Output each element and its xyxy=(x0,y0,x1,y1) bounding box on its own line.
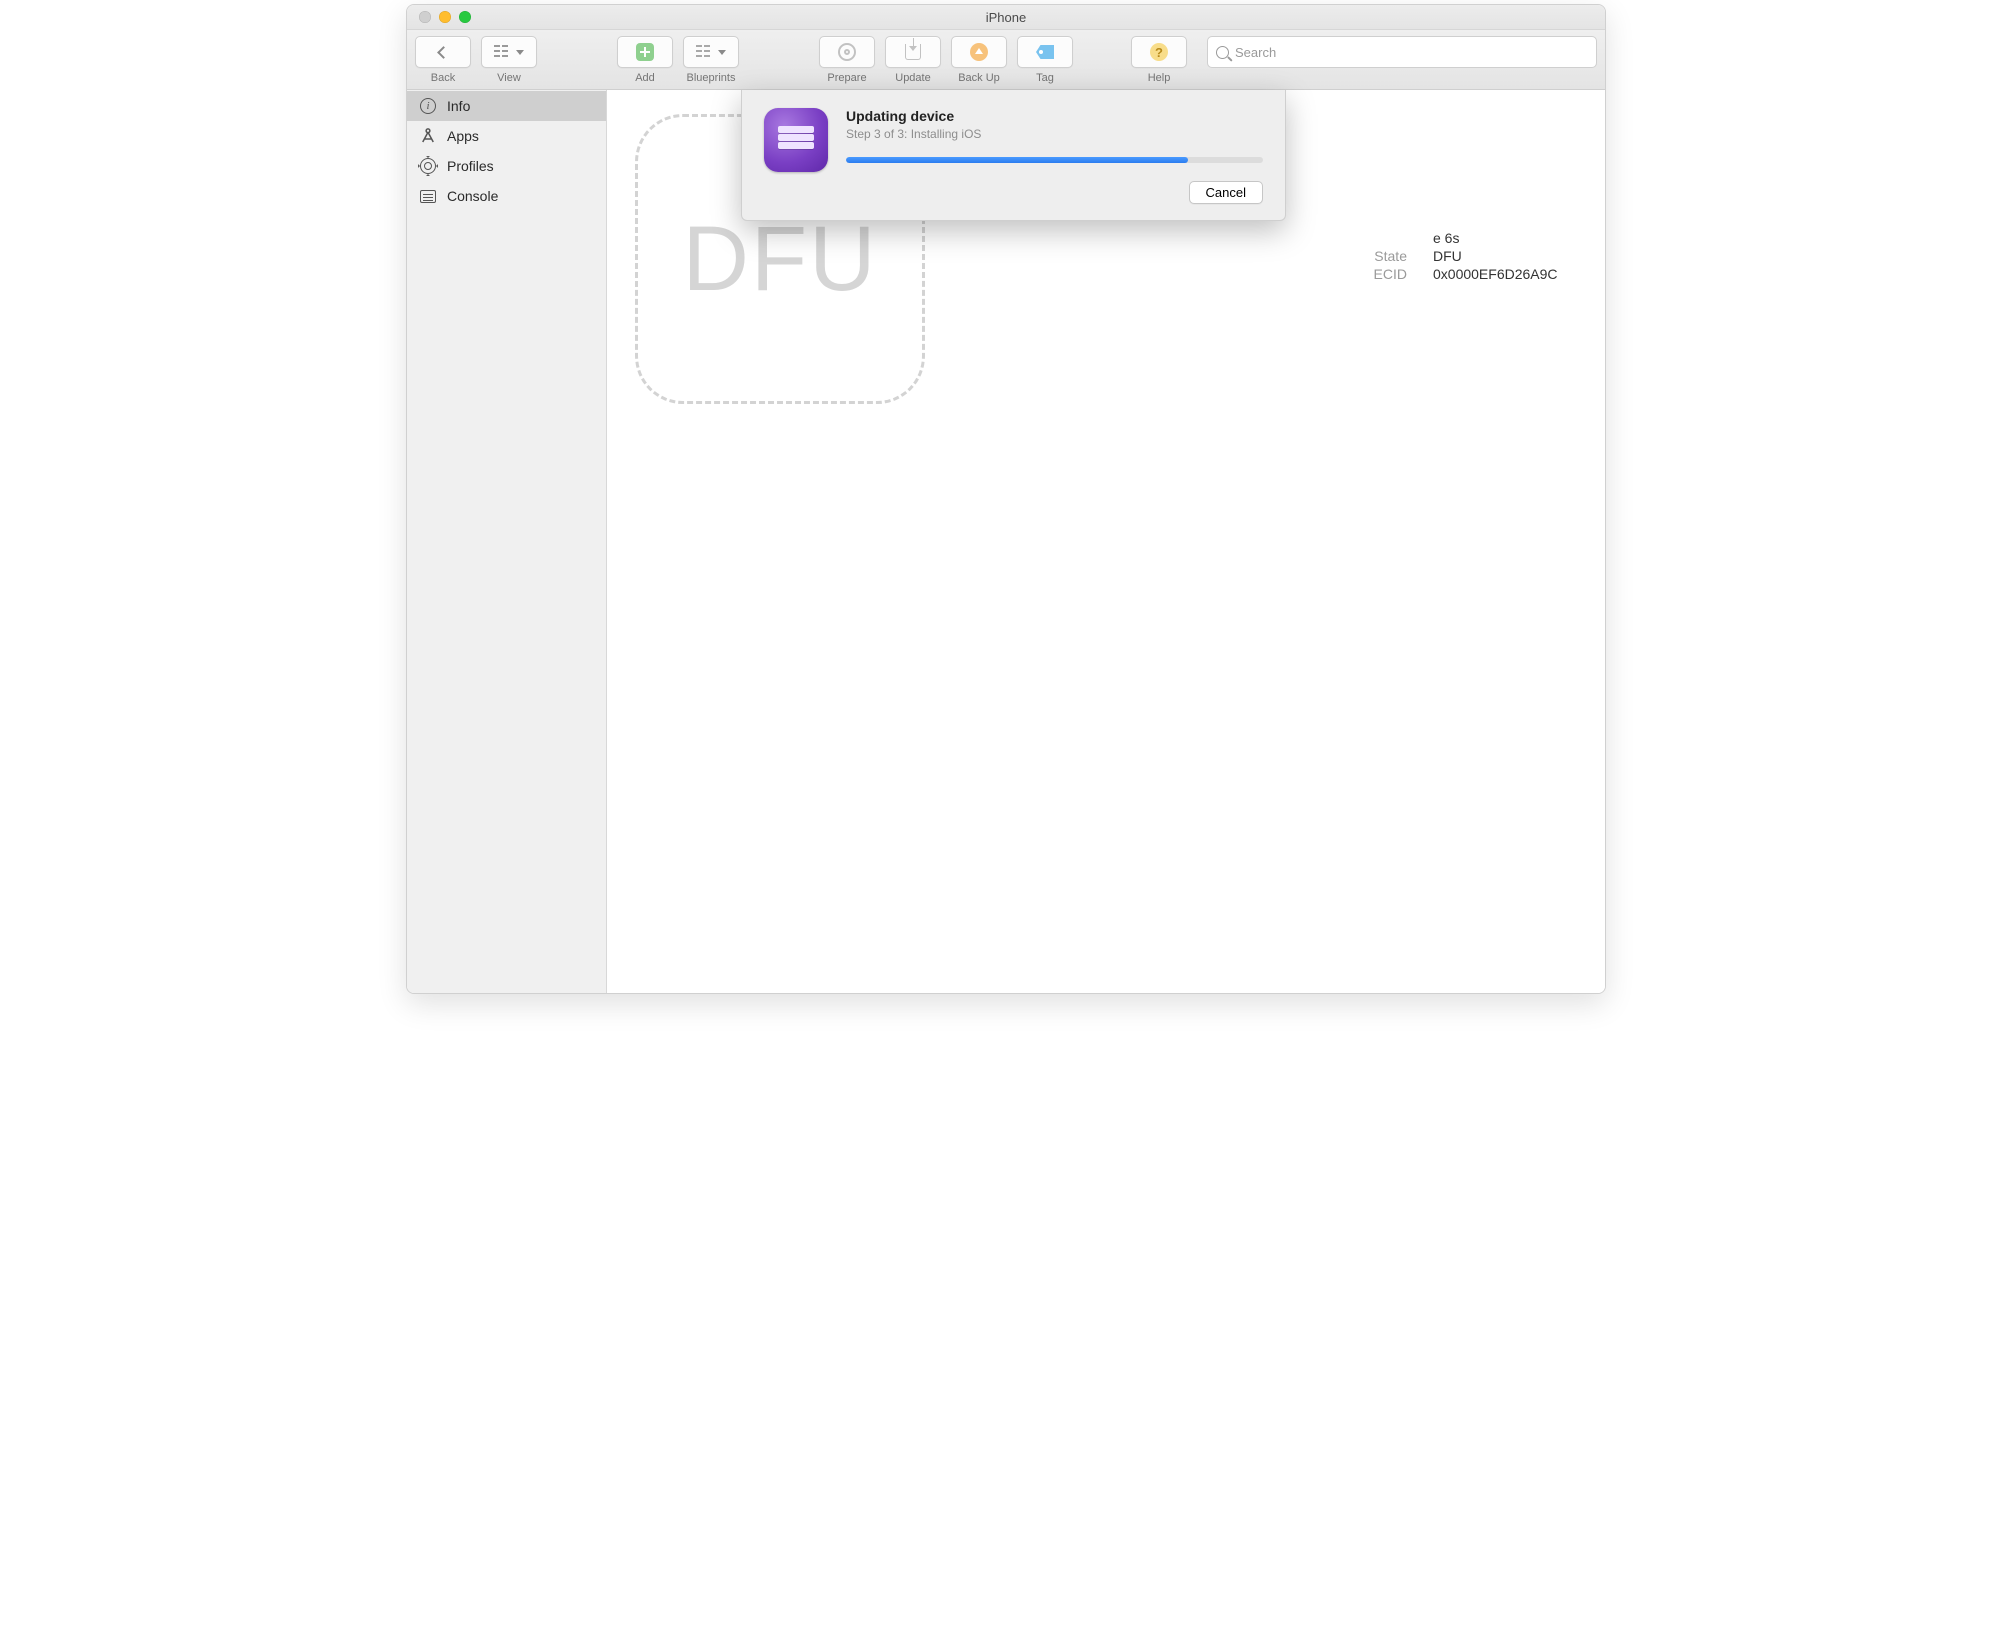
backup-button[interactable] xyxy=(951,36,1007,68)
sidebar: i Info Apps Profiles Console xyxy=(407,90,607,993)
progress-fill xyxy=(846,157,1188,163)
detail-row-model: e 6s xyxy=(1167,230,1558,246)
detail-row-state: State DFU xyxy=(1167,248,1558,264)
info-icon: i xyxy=(419,97,437,115)
detail-value-model: e 6s xyxy=(1433,230,1459,246)
blueprints-icon xyxy=(696,45,714,59)
tag-group: Tag xyxy=(1017,36,1073,84)
prepare-group: Prepare xyxy=(819,36,875,84)
device-details: e 6s State DFU ECID 0x0000EF6D26A9C xyxy=(1167,230,1558,282)
blueprints-label: Blueprints xyxy=(687,72,736,84)
sidebar-item-label: Info xyxy=(447,98,470,114)
detail-value-state: DFU xyxy=(1433,248,1462,264)
content-body: i Info Apps Profiles Console DFU xyxy=(407,90,1605,993)
backup-group: Back Up xyxy=(951,36,1007,84)
sidebar-item-profiles[interactable]: Profiles xyxy=(407,151,606,181)
detail-key-ecid: ECID xyxy=(1167,266,1407,282)
sidebar-item-label: Console xyxy=(447,188,498,204)
toolbar: Back View Add Blueprints xyxy=(407,30,1605,90)
plus-icon xyxy=(636,43,654,61)
prepare-label: Prepare xyxy=(827,72,866,84)
search-field[interactable] xyxy=(1207,36,1597,68)
back-label: Back xyxy=(431,72,455,84)
back-button[interactable] xyxy=(415,36,471,68)
tag-button[interactable] xyxy=(1017,36,1073,68)
backup-label: Back Up xyxy=(958,72,1000,84)
dialog-title: Updating device xyxy=(846,108,1263,124)
add-label: Add xyxy=(635,72,655,84)
detail-key-state: State xyxy=(1167,248,1407,264)
progress-bar xyxy=(846,157,1263,163)
chevron-down-icon xyxy=(718,50,726,55)
download-icon xyxy=(905,44,921,60)
grid-icon xyxy=(494,45,512,59)
add-group: Add xyxy=(617,36,673,84)
search-input[interactable] xyxy=(1235,45,1588,60)
help-label: Help xyxy=(1148,72,1171,84)
gear-icon xyxy=(838,43,856,61)
blueprints-group: Blueprints xyxy=(683,36,739,84)
console-icon xyxy=(419,187,437,205)
tag-icon xyxy=(1036,45,1054,59)
chevron-down-icon xyxy=(516,50,524,55)
chevron-left-icon xyxy=(437,46,450,59)
search-group: . xyxy=(1207,36,1597,84)
gear-icon xyxy=(419,157,437,175)
app-window: iPhone Back View Add xyxy=(406,4,1606,994)
apps-icon xyxy=(419,127,437,145)
tag-label: Tag xyxy=(1036,72,1054,84)
sidebar-item-apps[interactable]: Apps xyxy=(407,121,606,151)
sidebar-item-label: Profiles xyxy=(447,158,494,174)
detail-key xyxy=(1167,230,1407,246)
configurator-app-icon xyxy=(764,108,828,172)
sidebar-item-console[interactable]: Console xyxy=(407,181,606,211)
prepare-button[interactable] xyxy=(819,36,875,68)
update-group: Update xyxy=(885,36,941,84)
dialog-actions: Cancel xyxy=(846,181,1263,204)
window-title: iPhone xyxy=(407,10,1605,25)
blueprints-button[interactable] xyxy=(683,36,739,68)
progress-dialog: Updating device Step 3 of 3: Installing … xyxy=(741,90,1286,221)
view-group: View xyxy=(481,36,537,84)
detail-row-ecid: ECID 0x0000EF6D26A9C xyxy=(1167,266,1558,282)
sidebar-item-label: Apps xyxy=(447,128,479,144)
help-icon: ? xyxy=(1150,43,1168,61)
titlebar: iPhone xyxy=(407,5,1605,30)
view-button[interactable] xyxy=(481,36,537,68)
detail-value-ecid: 0x0000EF6D26A9C xyxy=(1433,266,1558,282)
dialog-subtitle: Step 3 of 3: Installing iOS xyxy=(846,127,1263,141)
help-button[interactable]: ? xyxy=(1131,36,1187,68)
view-label: View xyxy=(497,72,521,84)
back-group: Back xyxy=(415,36,471,84)
cancel-button[interactable]: Cancel xyxy=(1189,181,1263,204)
search-icon xyxy=(1216,46,1229,59)
main-pane: DFU e 6s State DFU ECID 0x0000EF6D26A9C xyxy=(607,90,1605,993)
dfu-text: DFU xyxy=(682,207,877,312)
update-label: Update xyxy=(895,72,930,84)
update-button[interactable] xyxy=(885,36,941,68)
dialog-body: Updating device Step 3 of 3: Installing … xyxy=(846,108,1263,204)
help-group: ? Help xyxy=(1131,36,1187,84)
add-button[interactable] xyxy=(617,36,673,68)
sidebar-item-info[interactable]: i Info xyxy=(407,91,606,121)
up-arrow-icon xyxy=(970,43,988,61)
